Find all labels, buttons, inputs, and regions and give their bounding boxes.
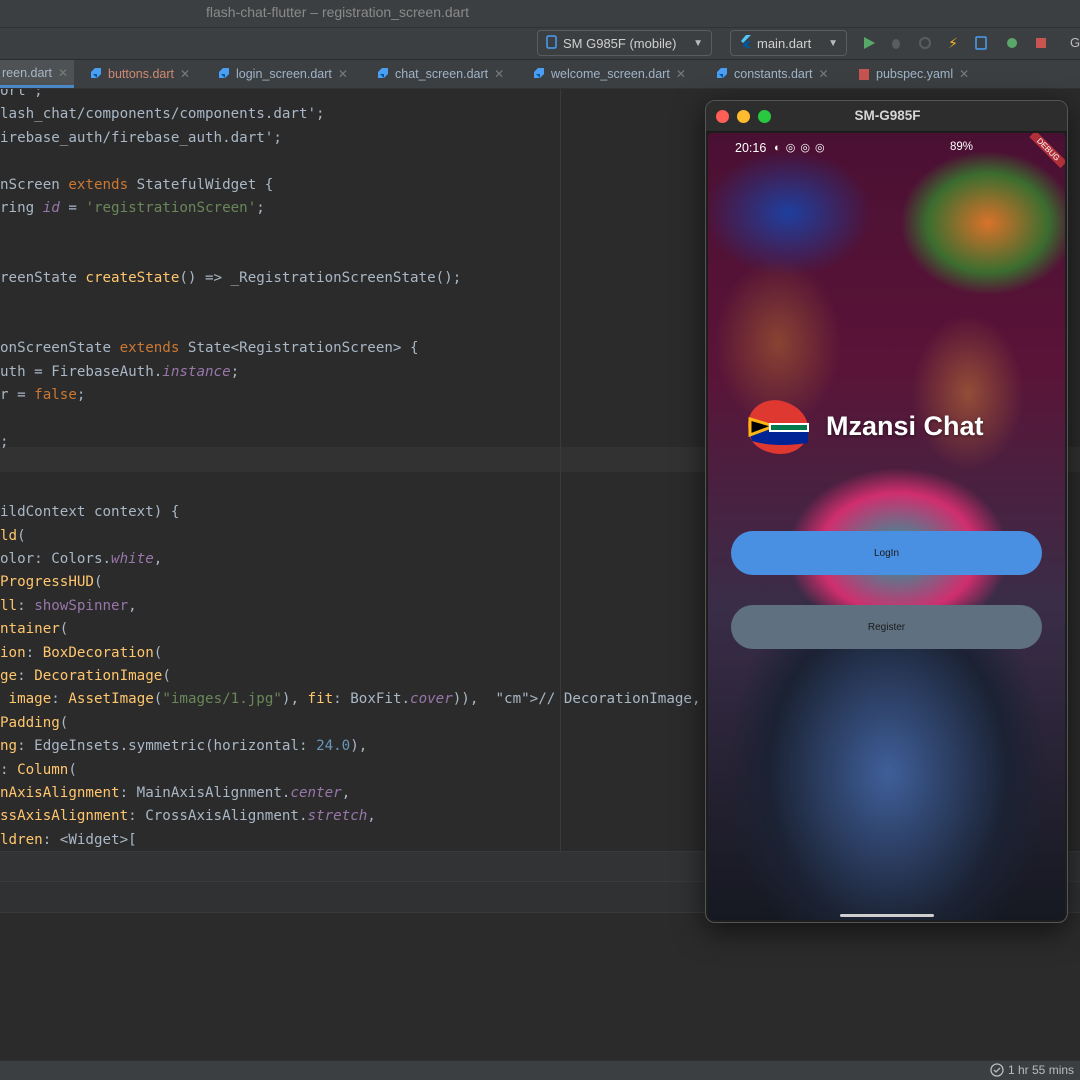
right-margin-guide: [560, 89, 561, 851]
code-line: irebase_auth/firebase_auth.dart';: [0, 129, 282, 146]
code-line: olor: Colors.white,: [0, 551, 163, 567]
code-line: reenState createState() => _Registration…: [0, 270, 462, 287]
code-line: ring id = 'registrationScreen';: [0, 200, 265, 216]
attach-icon[interactable]: [1003, 34, 1021, 52]
tab-label: login_screen.dart: [236, 67, 332, 81]
code-line: uth = FirebaseAuth.instance;: [0, 363, 240, 380]
close-icon[interactable]: ✕: [676, 67, 686, 81]
debug-icon[interactable]: [887, 34, 905, 52]
status-time: 1 hr 55 mins: [990, 1063, 1074, 1077]
login-button[interactable]: LogIn: [731, 531, 1042, 575]
phone-status-bar: 20:16 ◐ ◎ ◎ ◎ 89% DEBUG: [708, 133, 1065, 169]
close-icon[interactable]: ✕: [494, 67, 504, 81]
code-line: ntainer(: [0, 621, 69, 638]
phone-icon: [546, 34, 557, 52]
tab-login-screen[interactable]: login_screen.dart ✕: [212, 60, 354, 88]
tab-label: buttons.dart: [108, 67, 175, 81]
device-selector[interactable]: SM G985F (mobile) ▼: [537, 30, 712, 56]
south-africa-flag-icon: [748, 400, 809, 455]
code-line: ProgressHUD(: [0, 574, 103, 591]
app-title: Mzansi Chat: [826, 410, 984, 441]
code-line: lash_chat/components/components.dart';: [0, 106, 325, 123]
tab-label: reen.dart: [2, 65, 53, 80]
emulator-title: SM-G985F: [854, 108, 921, 123]
ide-toolbar: SM G985F (mobile) ▼ main.dart ▼ ⚡ G: [0, 28, 1080, 60]
ide-status-bar: 1 hr 55 mins: [0, 1060, 1080, 1080]
code-line: ld(: [0, 527, 26, 544]
dart-file-icon: [91, 67, 101, 78]
tab-pubspec[interactable]: pubspec.yaml ✕: [852, 60, 975, 88]
tool-window-content: [0, 913, 1080, 1039]
home-indicator[interactable]: [840, 914, 934, 917]
close-icon[interactable]: ✕: [819, 67, 829, 81]
code-line: r = false;: [0, 387, 86, 404]
ide-window-title: flash-chat-flutter – registration_screen…: [206, 4, 470, 20]
phone-clock: 20:16: [735, 141, 767, 155]
close-icon[interactable]: ✕: [338, 67, 348, 81]
tab-label: chat_screen.dart: [395, 67, 489, 81]
chevron-down-icon: ▼: [828, 37, 838, 49]
register-button[interactable]: Register: [731, 605, 1042, 649]
notification-icons: ◐ ◎ ◎ ◎: [774, 142, 826, 154]
tab-label: pubspec.yaml: [876, 67, 954, 81]
code-line: Padding(: [0, 714, 69, 731]
app-brand: Mzansi Chat: [742, 391, 1042, 461]
dart-file-icon: [378, 67, 388, 78]
dart-file-icon: [534, 67, 544, 78]
debug-banner: DEBUG: [1029, 133, 1065, 169]
code-line: : Column(: [0, 761, 77, 778]
yaml-file-icon: [859, 68, 869, 80]
device-file-icon[interactable]: [972, 34, 990, 52]
code-line: ort ;: [0, 89, 43, 99]
code-line: ildContext context) {: [0, 504, 180, 521]
hot-reload-icon[interactable]: ⚡: [944, 34, 962, 52]
close-icon[interactable]: ✕: [959, 67, 969, 81]
emulator-title-bar: SM-G985F: [706, 101, 1067, 132]
dart-file-icon: [219, 67, 229, 78]
run-config-selector[interactable]: main.dart ▼: [730, 30, 847, 56]
tab-label: welcome_screen.dart: [551, 67, 670, 81]
code-line: nAxisAlignment: MainAxisAlignment.center…: [0, 785, 351, 801]
tab-constants[interactable]: constants.dart ✕: [710, 60, 835, 88]
code-line: ssAxisAlignment: CrossAxisAlignment.stre…: [0, 808, 376, 825]
tab-buttons[interactable]: buttons.dart ✕: [84, 60, 196, 88]
toolbar-trailing-text: G: [1070, 35, 1080, 50]
tab-label: constants.dart: [734, 67, 813, 81]
code-line: ;: [0, 434, 9, 450]
run-icon[interactable]: [860, 34, 878, 52]
flutter-icon: [739, 35, 751, 51]
close-icon[interactable]: ✕: [180, 67, 190, 81]
code-line: image: AssetImage("images/1.jpg"), fit: …: [8, 691, 727, 708]
code-line: ion: BoxDecoration(: [0, 644, 163, 661]
phone-screen[interactable]: 20:16 ◐ ◎ ◎ ◎ 89% DEBUG Mzansi Chat LogI…: [708, 133, 1065, 920]
ide-title-bar: flash-chat-flutter – registration_screen…: [0, 0, 1080, 28]
clock-check-icon: [990, 1063, 1004, 1077]
battery-level: 89%: [950, 141, 974, 153]
code-line: ge: DecorationImage(: [0, 668, 171, 684]
coverage-icon[interactable]: [916, 34, 934, 52]
device-selector-label: SM G985F (mobile): [563, 35, 677, 51]
code-line: nScreen extends StatefulWidget {: [0, 176, 274, 193]
code-line: onScreenState extends State<Registration…: [0, 340, 419, 357]
tab-registration-screen[interactable]: reen.dart ✕: [0, 60, 75, 88]
close-icon[interactable]: ✕: [58, 66, 68, 80]
dart-file-icon: [717, 67, 727, 78]
code-line: ng: EdgeInsets.symmetric(horizontal: 24.…: [0, 738, 368, 755]
run-config-label: main.dart: [757, 35, 812, 51]
status-time-text: 1 hr 55 mins: [1008, 1063, 1075, 1077]
emulator-window[interactable]: SM-G985F 20:16 ◐ ◎ ◎ ◎ 89% DEBUG Mzansi …: [705, 100, 1068, 923]
tab-welcome-screen[interactable]: welcome_screen.dart ✕: [527, 60, 692, 88]
stop-icon[interactable]: [1032, 34, 1050, 52]
code-line: ll: showSpinner,: [0, 597, 137, 614]
chevron-down-icon: ▼: [693, 37, 703, 49]
editor-tab-bar: reen.dart ✕ buttons.dart ✕ login_screen.…: [0, 60, 1080, 89]
code-line: ldren: <Widget>[: [0, 831, 137, 848]
tab-chat-screen[interactable]: chat_screen.dart ✕: [371, 60, 510, 88]
